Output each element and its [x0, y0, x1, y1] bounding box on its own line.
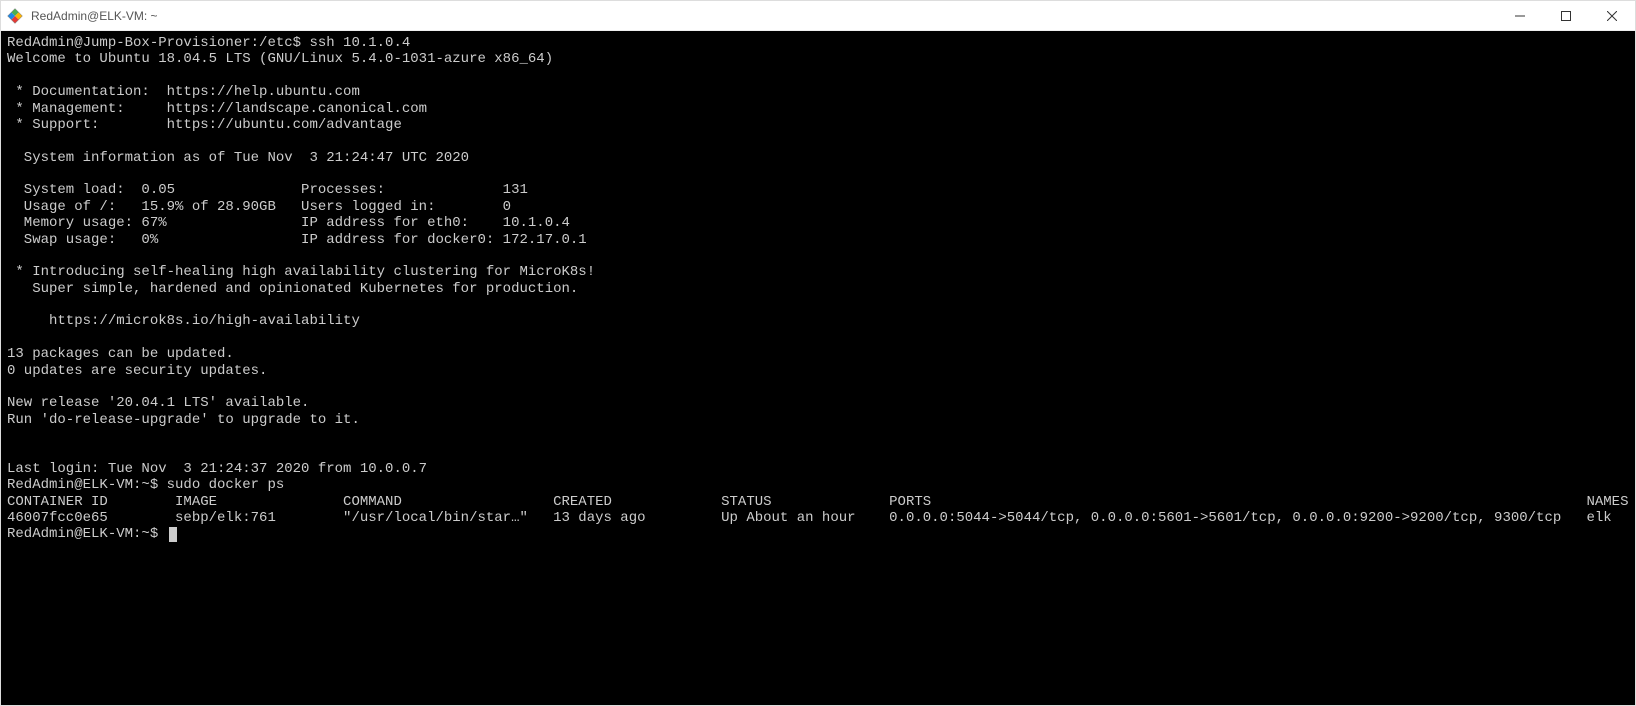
terminal-line: RedAdmin@Jump-Box-Provisioner:/etc$ ssh …: [7, 35, 410, 51]
docker-row: 46007fcc0e65 sebp/elk:761 "/usr/local/bi…: [7, 510, 1612, 526]
terminal-line: * Introducing self-healing high availabi…: [7, 264, 595, 280]
terminal-line: System information as of Tue Nov 3 21:24…: [7, 150, 469, 166]
terminal-line: Usage of /: 15.9% of 28.90GB Users logge…: [7, 199, 511, 215]
terminal-line: Swap usage: 0% IP address for docker0: 1…: [7, 232, 587, 248]
terminal-line: https://microk8s.io/high-availability: [7, 313, 360, 329]
window-title: RedAdmin@ELK-VM: ~: [31, 9, 158, 23]
terminal-line: Memory usage: 67% IP address for eth0: 1…: [7, 215, 570, 231]
terminal-line: RedAdmin@ELK-VM:~$ sudo docker ps: [7, 477, 284, 493]
terminal-body[interactable]: RedAdmin@Jump-Box-Provisioner:/etc$ ssh …: [1, 31, 1635, 705]
terminal-line: 13 packages can be updated.: [7, 346, 234, 362]
terminal-line: * Support: https://ubuntu.com/advantage: [7, 117, 402, 133]
close-button[interactable]: [1589, 1, 1635, 30]
terminal-line: 0 updates are security updates.: [7, 363, 267, 379]
terminal-line: System load: 0.05 Processes: 131: [7, 182, 528, 198]
terminal-line: New release '20.04.1 LTS' available.: [7, 395, 309, 411]
terminal-line: Last login: Tue Nov 3 21:24:37 2020 from…: [7, 461, 427, 477]
terminal-line: Run 'do-release-upgrade' to upgrade to i…: [7, 412, 360, 428]
docker-header: CONTAINER ID IMAGE COMMAND CREATED STATU…: [7, 494, 1628, 510]
maximize-button[interactable]: [1543, 1, 1589, 30]
cursor: [169, 527, 177, 542]
app-icon: [7, 8, 23, 24]
terminal-line: * Management: https://landscape.canonica…: [7, 101, 427, 117]
terminal-line: Super simple, hardened and opinionated K…: [7, 281, 578, 297]
terminal-window: RedAdmin@ELK-VM: ~ RedAdmin@Jump-Box-Pro…: [0, 0, 1636, 706]
terminal-line: * Documentation: https://help.ubuntu.com: [7, 84, 360, 100]
terminal-line: Welcome to Ubuntu 18.04.5 LTS (GNU/Linux…: [7, 51, 553, 67]
minimize-button[interactable]: [1497, 1, 1543, 30]
titlebar[interactable]: RedAdmin@ELK-VM: ~: [1, 1, 1635, 31]
window-controls: [1497, 1, 1635, 30]
terminal-prompt: RedAdmin@ELK-VM:~$: [7, 526, 167, 542]
